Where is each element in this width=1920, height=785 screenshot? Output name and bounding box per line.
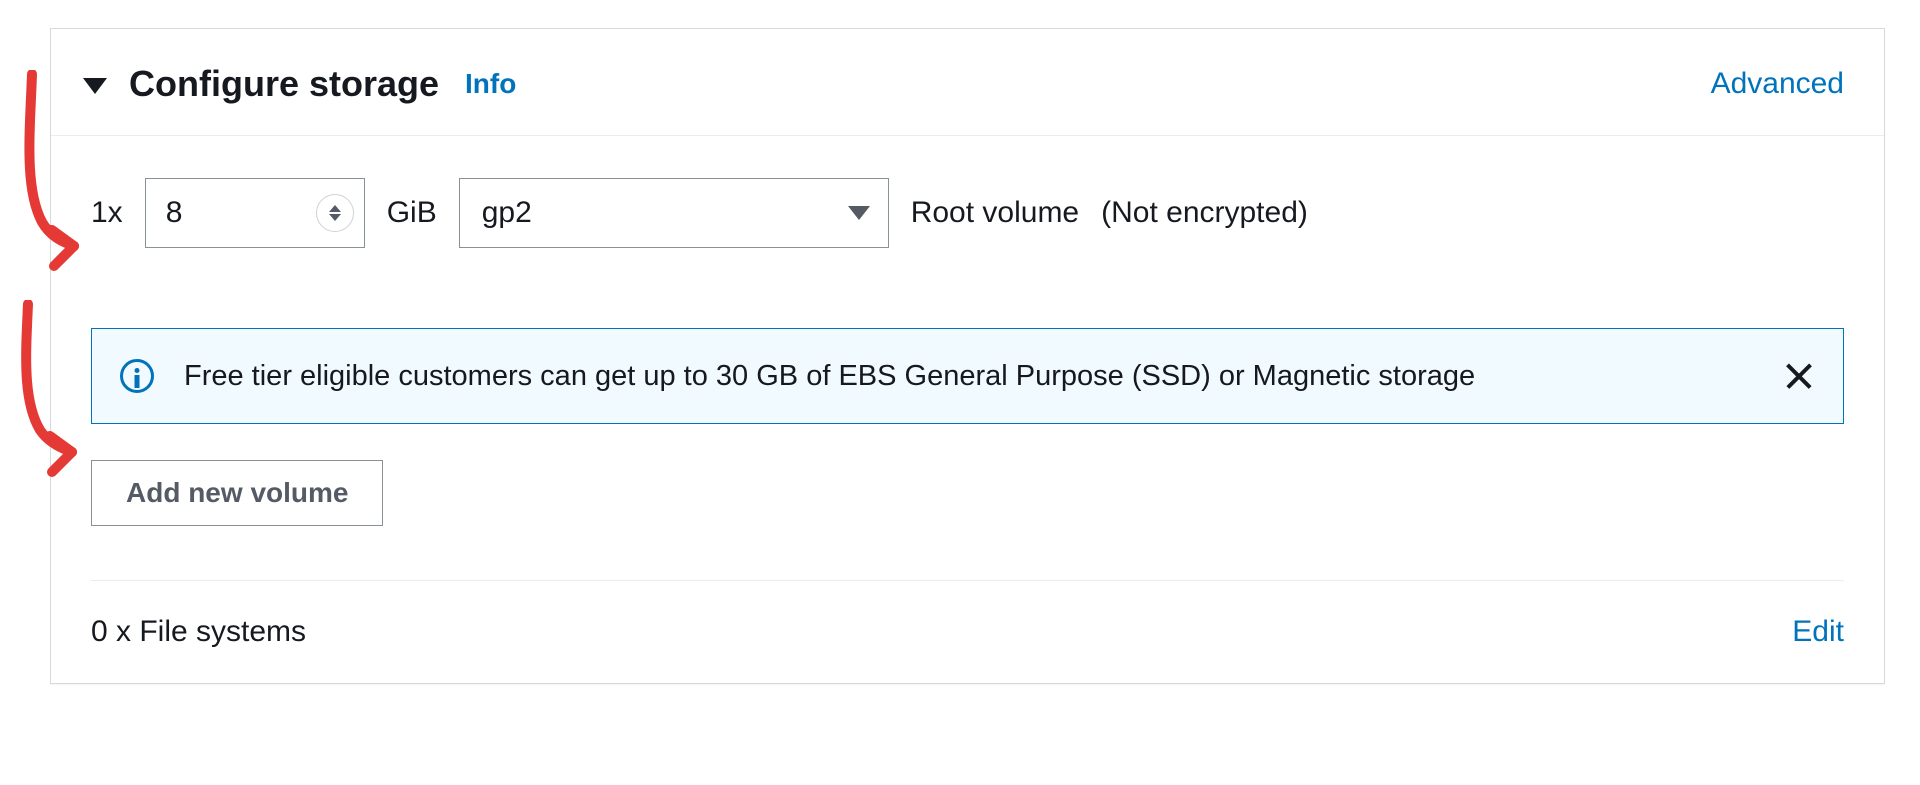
panel-header: Configure storage Info Advanced [51,29,1884,136]
free-tier-info-box: Free tier eligible customers can get up … [91,328,1844,424]
panel-title: Configure storage [129,63,439,105]
volume-size-input-wrap[interactable] [145,178,365,248]
advanced-link[interactable]: Advanced [1711,67,1844,101]
info-icon [120,359,154,393]
chevron-down-icon [848,206,870,220]
volume-type-select[interactable]: gp2 [459,178,889,248]
volume-multiplier-label: 1x [91,196,123,230]
volume-unit-label: GiB [387,196,437,230]
root-volume-row: 1x GiB gp2 Root volume (Not encrypted) [91,178,1844,248]
volume-size-input[interactable] [166,196,306,230]
close-icon[interactable] [1783,360,1815,392]
file-systems-summary: 0 x File systems [91,615,306,649]
edit-file-systems-link[interactable]: Edit [1792,615,1844,649]
volume-encryption-label: (Not encrypted) [1101,196,1308,230]
annotation-arrow-2 [4,300,82,480]
collapse-caret-icon[interactable] [83,78,107,94]
volume-type-selected: gp2 [482,196,532,230]
add-new-volume-button[interactable]: Add new volume [91,460,383,526]
configure-storage-panel: Configure storage Info Advanced 1x GiB g… [50,28,1885,684]
annotation-arrow-1 [4,70,82,275]
file-systems-row: 0 x File systems Edit [91,580,1844,683]
volume-description: Root volume [911,196,1079,230]
info-box-text: Free tier eligible customers can get up … [184,360,1753,393]
size-stepper-icon[interactable] [316,194,354,232]
info-link[interactable]: Info [465,68,516,100]
